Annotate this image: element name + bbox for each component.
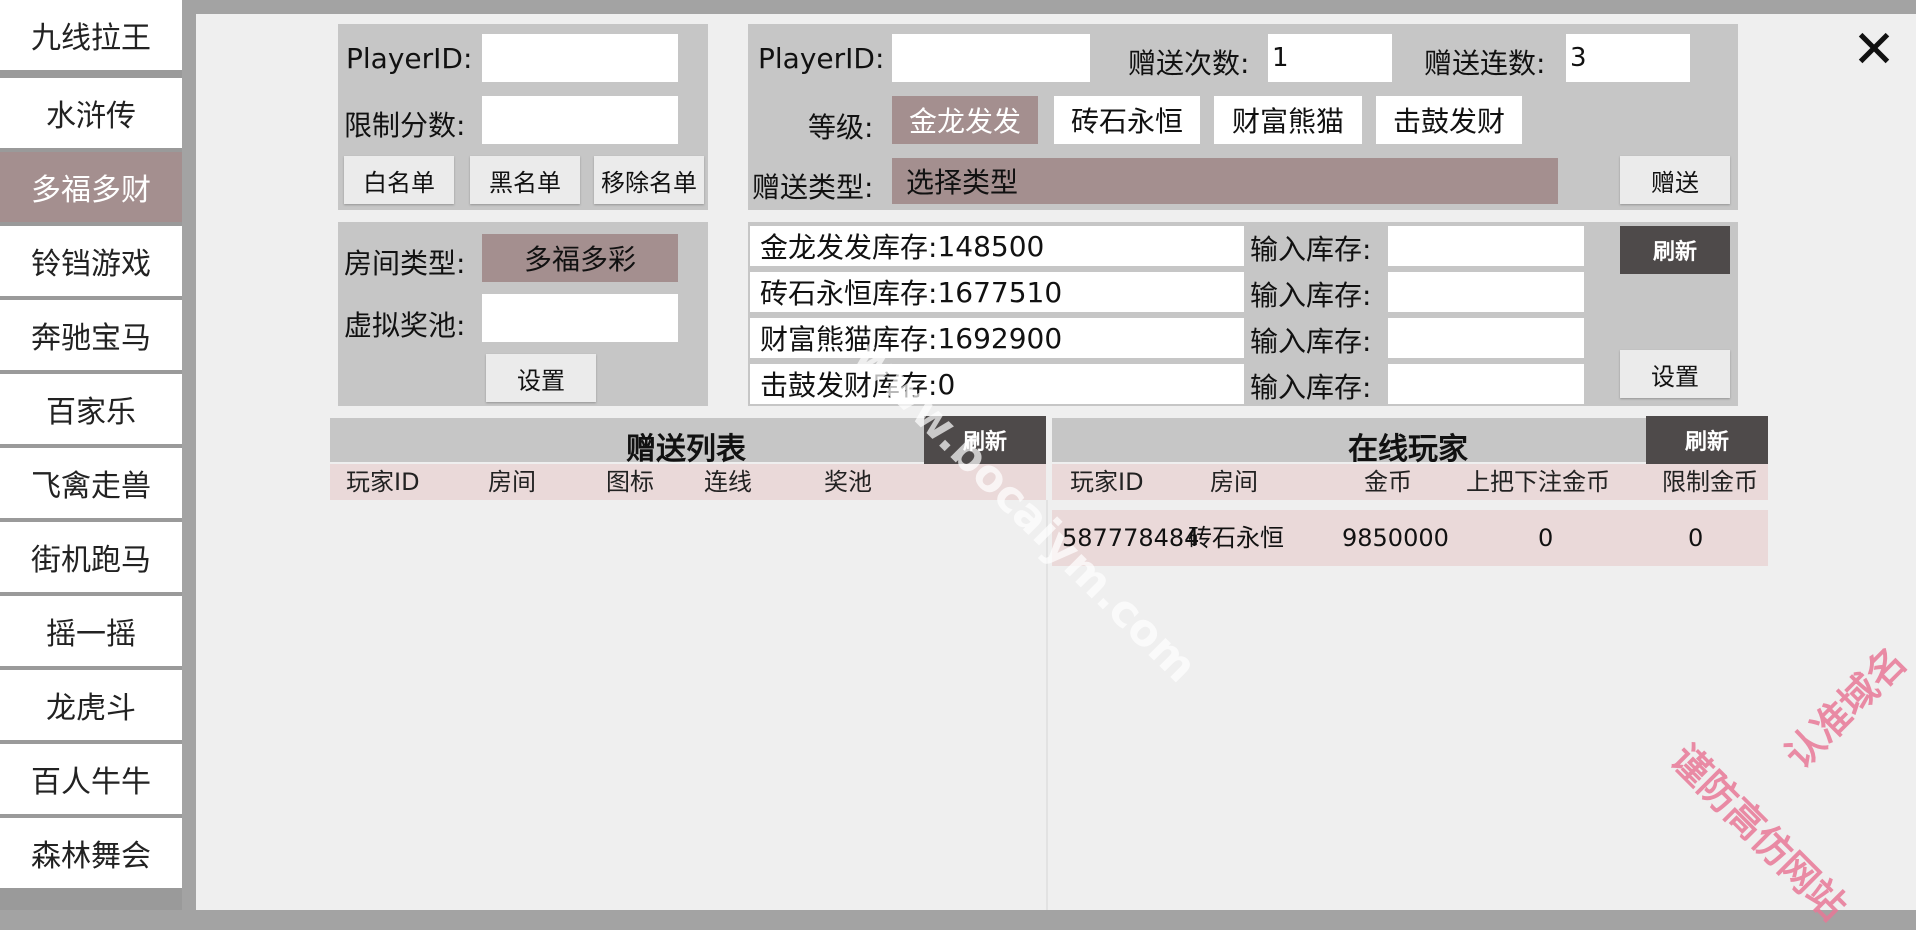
game-sidebar: 九线拉王 水浒传 多福多财 铃铛游戏 奔驰宝马 百家乐 飞禽走兽 街机跑马 摇一… (0, 0, 182, 910)
coins-cell: 9850000 (1342, 524, 1449, 552)
column-header: 房间 (1210, 468, 1258, 496)
sidebar-item-senlin[interactable]: 森林舞会 (0, 818, 182, 890)
stock-input[interactable] (1388, 318, 1584, 358)
whitelist-button[interactable]: 白名单 (344, 156, 454, 204)
virtual-pool-label: 虚拟奖池: (344, 309, 466, 342)
stock-value: 148500 (937, 229, 1045, 263)
stock-value: 1692900 (937, 321, 1063, 355)
gift-player-id-label: PlayerID: (758, 42, 885, 75)
stock-row: 金龙发发库存: 148500 (750, 226, 1244, 266)
gift-list-columns: 玩家ID 房间 图标 连线 奖池 (330, 464, 1046, 500)
last-bet-cell: 0 (1538, 524, 1554, 552)
gift-list-title: 赠送列表 (626, 432, 746, 467)
stock-input-label: 输入库存: (1250, 233, 1372, 266)
limit-score-input[interactable] (482, 96, 678, 144)
gift-list-body (330, 500, 1048, 910)
gift-type-select[interactable]: 选择类型 (892, 158, 1558, 204)
sidebar-item-jiuxian[interactable]: 九线拉王 (0, 0, 182, 72)
stock-label: 金龙发发库存: (760, 231, 938, 264)
stock-label: 砖石永恒库存: (760, 277, 938, 310)
column-header: 金币 (1364, 468, 1412, 496)
column-header: 玩家ID (346, 468, 420, 496)
stock-input-label: 输入库存: (1250, 279, 1372, 312)
online-players-columns: 玩家ID 房间 金币 上把下注金币 限制金币 (1052, 464, 1768, 500)
sidebar-item-benchi[interactable]: 奔驰宝马 (0, 300, 182, 372)
stock-set-button[interactable]: 设置 (1620, 350, 1730, 398)
sidebar-item-lingdang[interactable]: 铃铛游戏 (0, 226, 182, 298)
stock-input[interactable] (1388, 364, 1584, 404)
sidebar-item-paoma[interactable]: 街机跑马 (0, 522, 182, 594)
send-gift-button[interactable]: 赠送 (1620, 156, 1730, 204)
stock-row: 砖石永恒库存: 1677510 (750, 272, 1244, 312)
gift-player-id-input[interactable] (892, 34, 1090, 82)
sidebar-item-shuihu[interactable]: 水浒传 (0, 78, 182, 150)
stock-input[interactable] (1388, 272, 1584, 312)
blacklist-button[interactable]: 黑名单 (470, 156, 580, 204)
online-players-refresh-button[interactable]: 刷新 (1646, 416, 1768, 464)
sidebar-item-longhu[interactable]: 龙虎斗 (0, 670, 182, 742)
column-header: 奖池 (824, 468, 872, 496)
stock-row: 财富熊猫库存: 1692900 (750, 318, 1244, 358)
player-id-input[interactable] (482, 34, 678, 82)
level-label: 等级: (808, 111, 874, 144)
gift-count-input[interactable] (1268, 34, 1392, 82)
limit-cell: 0 (1688, 524, 1704, 552)
sidebar-item-duofu[interactable]: 多福多财 (0, 152, 182, 224)
room-set-button[interactable]: 设置 (486, 354, 596, 402)
column-header: 上把下注金币 (1466, 468, 1610, 496)
sidebar-item-feiqin[interactable]: 飞禽走兽 (0, 448, 182, 520)
room-type-select[interactable]: 多福多彩 (482, 234, 678, 282)
level-option-caifu[interactable]: 财富熊猫 (1214, 96, 1362, 144)
column-header: 限制金币 (1662, 468, 1758, 496)
level-option-zhuanshi[interactable]: 砖石永恒 (1054, 96, 1200, 144)
sidebar-item-niuniu[interactable]: 百人牛牛 (0, 744, 182, 816)
sidebar-item-baijiale[interactable]: 百家乐 (0, 374, 182, 446)
level-option-jigu[interactable]: 击鼓发财 (1376, 96, 1522, 144)
close-icon[interactable]: ✕ (1846, 24, 1902, 76)
room-cell: 砖石永恒 (1188, 524, 1284, 552)
gift-combo-label: 赠送连数: (1424, 47, 1546, 80)
sidebar-item-yaoyiyao[interactable]: 摇一摇 (0, 596, 182, 668)
column-header: 房间 (488, 468, 536, 496)
stock-input[interactable] (1388, 226, 1584, 266)
stock-input-label: 输入库存: (1250, 371, 1372, 404)
online-players-title: 在线玩家 (1348, 432, 1468, 467)
stock-input-label: 输入库存: (1250, 325, 1372, 358)
table-row[interactable]: 587778484 砖石永恒 9850000 0 0 (1052, 510, 1768, 566)
column-header: 图标 (606, 468, 654, 496)
virtual-pool-input[interactable] (482, 294, 678, 342)
limit-score-label: 限制分数: (344, 109, 466, 142)
stock-value: 1677510 (937, 275, 1063, 309)
stock-row: 击鼓发财库存: 0 (750, 364, 1244, 404)
gift-count-label: 赠送次数: (1128, 47, 1250, 80)
window-frame (182, 0, 1916, 14)
column-header: 连线 (704, 468, 752, 496)
gift-combo-input[interactable] (1566, 34, 1690, 82)
level-option-jinlong[interactable]: 金龙发发 (892, 96, 1038, 144)
column-header: 玩家ID (1070, 468, 1144, 496)
remove-list-button[interactable]: 移除名单 (594, 156, 704, 204)
player-id-label: PlayerID: (346, 42, 473, 75)
room-type-label: 房间类型: (344, 247, 466, 280)
stock-refresh-button[interactable]: 刷新 (1620, 226, 1730, 274)
stock-label: 财富熊猫库存: (760, 323, 938, 356)
gift-type-label: 赠送类型: (752, 171, 874, 204)
